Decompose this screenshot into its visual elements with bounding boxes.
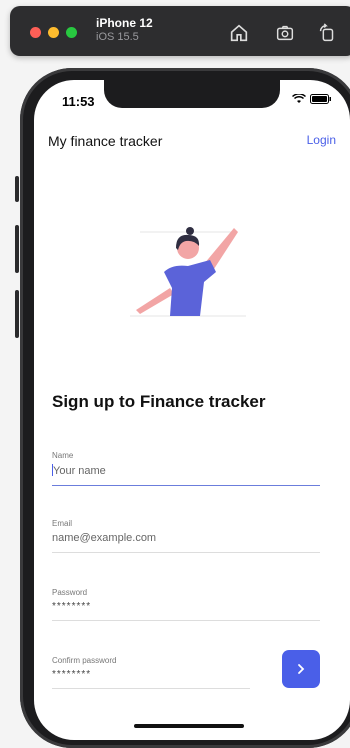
volume-down-button (15, 290, 19, 338)
signup-heading: Sign up to Finance tracker (52, 392, 266, 411)
name-placeholder: Your name (53, 465, 106, 477)
home-icon[interactable] (228, 22, 250, 44)
password-field: Password ******** (52, 588, 320, 621)
email-placeholder: name@example.com (52, 532, 157, 544)
name-field: Name Your name (52, 451, 320, 486)
minimize-window-button[interactable] (48, 27, 59, 38)
email-input[interactable]: name@example.com (52, 532, 320, 553)
notch (104, 80, 280, 108)
email-field: Email name@example.com (52, 519, 320, 553)
next-button[interactable] (282, 650, 320, 688)
signup-illustration (130, 227, 246, 317)
battery-icon (310, 94, 331, 104)
name-label: Name (52, 451, 74, 460)
confirm-password-input[interactable]: ******** (52, 669, 250, 689)
login-link[interactable]: Login (307, 133, 336, 147)
mute-switch (15, 176, 19, 202)
password-label: Password (52, 588, 88, 597)
name-input[interactable]: Your name (52, 464, 320, 486)
device-name: iPhone 12 (96, 16, 153, 30)
confirm-password-field: Confirm password ******** (52, 656, 250, 689)
confirm-password-label: Confirm password (52, 656, 117, 665)
volume-up-button (15, 225, 19, 273)
status-icons (292, 94, 332, 104)
chevron-right-icon (298, 664, 305, 674)
close-window-button[interactable] (30, 27, 41, 38)
device-os-version: iOS 15.5 (96, 31, 139, 43)
wifi-icon (292, 94, 306, 103)
password-input[interactable]: ******** (52, 601, 320, 621)
status-time: 11:53 (62, 94, 95, 109)
home-indicator[interactable] (134, 724, 244, 728)
rotate-icon[interactable] (316, 22, 338, 44)
email-label: Email (52, 519, 73, 528)
app-title: My finance tracker (48, 133, 163, 149)
phone-screen: 11:53 My finance tracker Login Sign up t… (34, 80, 350, 740)
zoom-window-button[interactable] (66, 27, 77, 38)
simulator-toolbar: iPhone 12 iOS 15.5 (10, 6, 350, 56)
screenshot-icon[interactable] (274, 22, 296, 44)
